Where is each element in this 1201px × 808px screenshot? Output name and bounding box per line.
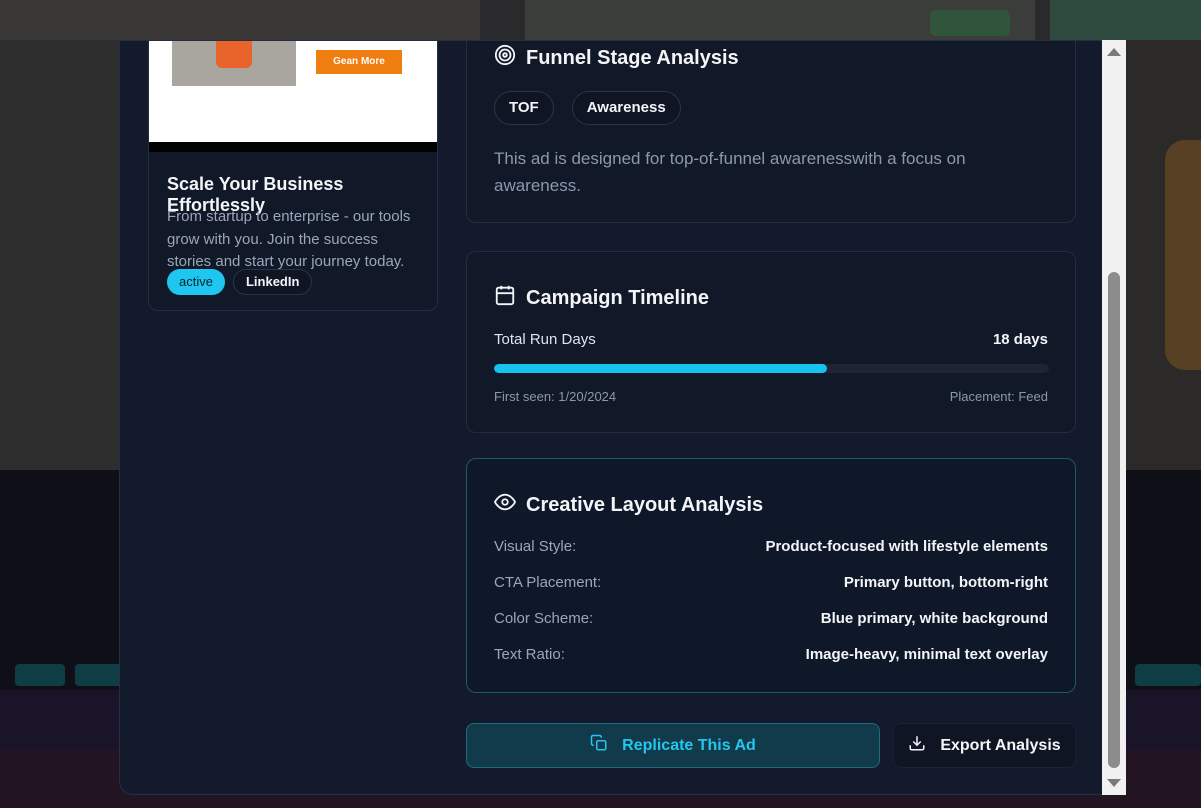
color-scheme-value: Blue primary, white background — [820, 610, 1048, 627]
campaign-timeline-title: Campaign Timeline — [526, 286, 710, 309]
replicate-ad-button[interactable]: Replicate This Ad — [466, 723, 880, 768]
creative-layout-panel: Creative Layout Analysis Visual Style: P… — [466, 458, 1076, 693]
placement-text: Placement: Feed — [949, 389, 1048, 404]
funnel-stage-panel: Funnel Stage Analysis TOF Awareness This… — [466, 41, 1076, 223]
ad-preview-card[interactable]: Gean More Scale Your Business Effortless… — [148, 41, 438, 311]
ad-tags: active LinkedIn — [167, 269, 313, 295]
timeline-footer: First seen: 1/20/2024 Placement: Feed — [494, 389, 1048, 404]
run-days-value: 18 days — [992, 331, 1048, 348]
status-badge: active — [167, 269, 225, 295]
download-icon — [908, 734, 926, 757]
run-days-progress-fill — [494, 364, 827, 373]
scroll-down-arrow-icon[interactable] — [1107, 779, 1121, 787]
campaign-timeline-header: Campaign Timeline — [494, 284, 709, 312]
funnel-description: This ad is designed for top-of-funnel aw… — [494, 149, 966, 195]
campaign-timeline-panel: Campaign Timeline Total Run Days 18 days… — [466, 251, 1076, 433]
ad-analysis-modal: Gean More Scale Your Business Effortless… — [119, 40, 1126, 795]
text-ratio-value: Image-heavy, minimal text overlay — [805, 646, 1048, 663]
cta-placement-label: CTA Placement: — [494, 574, 602, 591]
text-ratio-label: Text Ratio: — [494, 646, 565, 663]
scrollbar-thumb[interactable] — [1108, 272, 1120, 768]
copy-icon — [590, 734, 608, 757]
first-seen-text: First seen: 1/20/2024 — [494, 389, 617, 404]
target-icon — [494, 44, 516, 72]
visual-style-label: Visual Style: — [494, 538, 577, 555]
export-analysis-button[interactable]: Export Analysis — [893, 723, 1076, 768]
run-days-progress — [494, 364, 1049, 373]
funnel-stage-header: Funnel Stage Analysis — [494, 44, 739, 72]
ad-description: From startup to enterprise - our tools g… — [167, 208, 411, 270]
funnel-stage-title: Funnel Stage Analysis — [526, 46, 739, 69]
ad-creative-image: Gean More — [149, 41, 437, 152]
color-scheme-row: Color Scheme: Blue primary, white backgr… — [494, 610, 1048, 627]
modal-scrollbar[interactable] — [1102, 40, 1126, 795]
scroll-up-arrow-icon[interactable] — [1107, 48, 1121, 56]
funnel-chips: TOF Awareness — [494, 91, 681, 125]
cta-placement-row: CTA Placement: Primary button, bottom-ri… — [494, 574, 1048, 591]
creative-layout-header: Creative Layout Analysis — [493, 491, 764, 519]
creative-layout-title: Creative Layout Analysis — [526, 493, 764, 516]
export-analysis-label: Export Analysis — [940, 736, 1061, 754]
cta-placement-value: Primary button, bottom-right — [843, 574, 1048, 591]
color-scheme-label: Color Scheme: — [494, 610, 594, 627]
run-days-label: Total Run Days — [494, 331, 596, 348]
run-days-row: Total Run Days 18 days — [494, 331, 1048, 348]
ad-image-cta: Gean More — [316, 50, 402, 74]
calendar-icon — [494, 284, 516, 312]
text-ratio-row: Text Ratio: Image-heavy, minimal text ov… — [494, 646, 1048, 663]
replicate-ad-label: Replicate This Ad — [622, 736, 756, 754]
visual-style-value: Product-focused with lifestyle elements — [765, 538, 1048, 555]
product-image — [172, 41, 296, 86]
eye-icon — [493, 491, 517, 519]
funnel-chip-stage: TOF — [494, 91, 554, 125]
visual-style-row: Visual Style: Product-focused with lifes… — [494, 538, 1048, 555]
platform-badge: LinkedIn — [232, 269, 313, 295]
funnel-chip-objective: Awareness — [571, 91, 681, 125]
